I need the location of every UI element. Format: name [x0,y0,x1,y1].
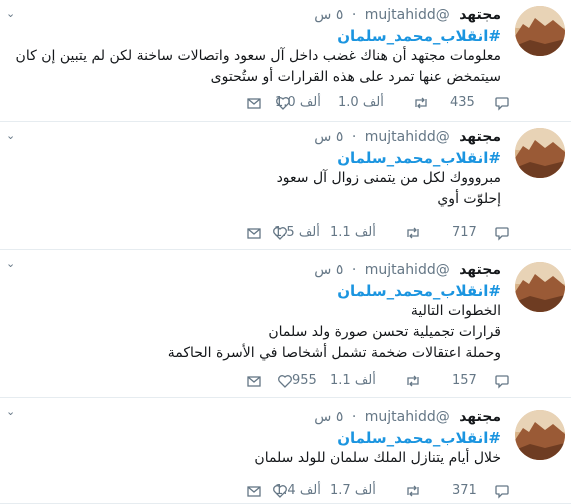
avatar[interactable] [515,6,565,56]
reply-icon [495,97,509,111]
hashtag-link[interactable]: #انقلاب_محمد_سلمان [13,26,501,46]
author-name[interactable]: مجتهد [459,262,501,278]
tweet-text-line: الخطوات التالية [410,303,501,319]
tweet[interactable]: ⌄ مجتهد @mujtahidd · ٥ س #انقلاب_محمد_سل… [0,250,571,398]
tweet-content: مجتهد @mujtahidd · ٥ س #انقلاب_محمد_سلما… [13,126,501,210]
author-handle[interactable]: @mujtahidd [365,262,450,278]
timestamp[interactable]: ٥ س [314,7,343,23]
retweet-icon [415,97,427,109]
timestamp[interactable]: ٥ س [314,262,343,278]
retweet-count: 1.1 ألف [330,225,376,240]
tweet-text-line: معلومات مجتهد أن هناك غضب داخل آل سعود و… [15,48,501,64]
tweet-content: مجتهد @mujtahidd · ٥ س #انقلاب_محمد_سلما… [13,4,501,88]
tweet[interactable]: ⌄ مجتهد @mujtahidd · ٥ س #انقلاب_محمد_سل… [0,122,571,250]
avatar[interactable] [515,128,565,178]
hashtag-link[interactable]: #انقلاب_محمد_سلمان [13,428,501,448]
tweet-content: مجتهد @mujtahidd · ٥ س #انقلاب_محمد_سلما… [13,259,501,364]
author-name[interactable]: مجتهد [459,409,501,425]
tweet-text-line: سيتمخض عنها تمرد على هذه القرارات أو ستُ… [210,69,501,85]
author-handle[interactable]: @mujtahidd [365,129,450,145]
tweet-header: مجتهد @mujtahidd · ٥ س [13,4,501,26]
direct-message-icon [247,486,261,497]
separator-dot: · [351,7,357,23]
direct-message-icon [247,98,261,109]
reply-icon [495,375,509,389]
like-count: 955 [292,373,317,388]
avatar[interactable] [515,410,565,460]
reply-icon [495,227,509,241]
author-handle[interactable]: @mujtahidd [365,409,450,425]
reply-icon [495,485,509,499]
reply-count: 435 [450,95,475,110]
avatar[interactable] [515,262,565,312]
tweet-content: مجتهد @mujtahidd · ٥ س #انقلاب_محمد_سلما… [13,406,501,469]
timestamp[interactable]: ٥ س [314,409,343,425]
tweet[interactable]: ⌄ مجتهد @mujtahidd · ٥ س #انقلاب_محمد_سل… [0,0,571,122]
tweet-text-line: قرارات تجميلية تحسن صورة ولد سلمان [268,324,501,340]
tweet-header: مجتهد @mujtahidd · ٥ س [13,126,501,148]
author-name[interactable]: مجتهد [459,129,501,145]
tweet-text-line: مبروووك لكل من يتمنى زوال آل سعود [276,170,501,186]
separator-dot: · [351,129,357,145]
separator-dot: · [351,409,357,425]
tweet-header: مجتهد @mujtahidd · ٥ س [13,406,501,428]
hashtag-link[interactable]: #انقلاب_محمد_سلمان [13,148,501,168]
like-count: 1.4 ألف [275,483,321,498]
retweet-icon [407,375,419,387]
reply-count: 371 [452,483,477,498]
hashtag-link[interactable]: #انقلاب_محمد_سلمان [13,281,501,301]
retweet-count: 1.7 ألف [330,483,376,498]
like-count: 1.0 ألف [275,95,321,110]
tweet-header: مجتهد @mujtahidd · ٥ س [13,259,501,281]
retweet-count: 1.1 ألف [330,373,376,388]
retweet-icon [407,485,419,497]
tweet-text-line: إحلوّت أوي [437,191,501,207]
tweet-actions: 157 1.1 ألف 955 [0,371,571,391]
tweet-text-line: خلال أيام يتنازل الملك سلمان للولد سلمان [254,450,501,466]
tweet-actions: 435 1.0 ألف 1.0 ألف [0,93,571,113]
timestamp[interactable]: ٥ س [314,129,343,145]
reply-count: 717 [452,225,477,240]
tweet-actions: 717 1.1 ألف 1.5 ألف [0,223,571,243]
retweet-icon [407,227,419,239]
retweet-count: 1.0 ألف [338,95,384,110]
separator-dot: · [351,262,357,278]
tweet-text-line: وحملة اعتقالات ضخمة تشمل أشخاصا في الأسر… [167,345,501,361]
like-count: 1.5 ألف [274,225,320,240]
direct-message-icon [247,376,261,387]
tweet-actions: 371 1.7 ألف 1.4 ألف [0,481,571,501]
direct-message-icon [247,228,261,239]
author-handle[interactable]: @mujtahidd [365,7,450,23]
tweet[interactable]: ⌄ مجتهد @mujtahidd · ٥ س #انقلاب_محمد_سل… [0,398,571,504]
reply-count: 157 [452,373,477,388]
heart-icon [278,375,292,388]
author-name[interactable]: مجتهد [459,7,501,23]
tweet-feed: ⌄ مجتهد @mujtahidd · ٥ س #انقلاب_محمد_سل… [0,0,571,504]
